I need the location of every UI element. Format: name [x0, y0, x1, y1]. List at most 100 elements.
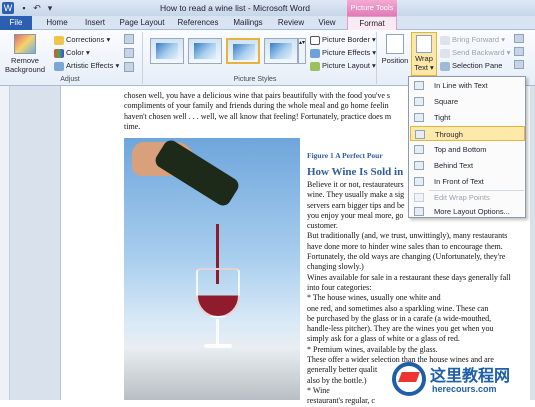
picture-layout-icon: [310, 61, 320, 71]
tab-review[interactable]: Review: [272, 16, 310, 30]
tab-insert[interactable]: Insert: [78, 16, 112, 30]
menu-item-label: Tight: [434, 113, 451, 122]
picture-style-thumb-2[interactable]: [188, 38, 222, 64]
tab-references[interactable]: References: [172, 16, 224, 30]
text-line: handle-less pitcher). They are the wines…: [307, 324, 494, 334]
text-line: compliments of your family and friends d…: [124, 101, 389, 111]
tab-page-layout[interactable]: Page Layout: [116, 16, 168, 30]
artistic-effects-label: Artistic Effects: [66, 61, 114, 70]
word-app-icon[interactable]: W: [2, 2, 14, 14]
top-bottom-wrap-icon: [414, 145, 424, 154]
menu-item-in-front-of-text[interactable]: In Front of Text: [410, 174, 525, 189]
send-backward-button[interactable]: Send Backward ▾: [440, 48, 510, 58]
tab-format[interactable]: Format: [347, 16, 397, 31]
picture-style-thumb-4[interactable]: [264, 38, 298, 64]
remove-background-icon: [14, 34, 36, 54]
window-title: How to read a wine list - Microsoft Word: [159, 3, 311, 13]
tab-home[interactable]: Home: [40, 16, 74, 30]
watermark-url: herecours.com: [432, 384, 497, 394]
behind-text-icon: [414, 161, 424, 170]
menu-item-more-layout[interactable]: More Layout Options...: [410, 204, 525, 219]
tab-mailings[interactable]: Mailings: [228, 16, 268, 30]
tab-file[interactable]: File: [0, 16, 32, 30]
wrap-text-icon: [416, 35, 432, 53]
adjust-group-label: Adjust: [60, 76, 80, 83]
text-line: be purchased by the glass or in a carafe…: [307, 313, 492, 323]
tab-view[interactable]: View: [312, 16, 342, 30]
menu-item-label: Behind Text: [434, 161, 474, 170]
picture-style-thumb-3[interactable]: [226, 38, 260, 64]
wine-pour-picture[interactable]: [124, 137, 300, 400]
menu-item-label: In Front of Text: [434, 177, 484, 186]
picture-styles-group-label: Picture Styles: [233, 76, 277, 83]
text-line: Wines available for sale in a restaurant…: [307, 272, 511, 282]
position-button[interactable]: Position: [380, 34, 410, 65]
menu-item-through[interactable]: Through: [410, 126, 525, 141]
picture-tools-header: Picture Tools: [347, 0, 397, 16]
styles-more-icon[interactable]: ▴▾: [298, 38, 306, 64]
artistic-effects-button[interactable]: Artistic Effects ▾: [54, 61, 119, 71]
watermark-logo-mark: [398, 372, 420, 382]
position-label: Position: [381, 56, 409, 65]
picture-layout-label: Picture Layout: [322, 61, 370, 70]
save-icon[interactable]: ▪: [18, 2, 30, 14]
compress-pictures-icon[interactable]: [124, 34, 134, 44]
menu-item-label: More Layout Options...: [434, 207, 510, 216]
corrections-icon: [54, 35, 64, 45]
change-picture-icon[interactable]: [124, 48, 134, 58]
menu-item-edit-wrap-points[interactable]: Edit Wrap Points: [410, 190, 525, 205]
vertical-ruler: [0, 86, 10, 400]
menu-item-label: Edit Wrap Points: [434, 193, 490, 202]
corrections-label: Corrections: [66, 35, 105, 44]
menu-item-label: Square: [434, 97, 459, 106]
send-backward-icon: [440, 48, 450, 58]
picture-border-icon: [310, 35, 320, 45]
inline-icon: [414, 81, 424, 90]
wrap-text-button[interactable]: Wrap Text ▾: [411, 32, 437, 76]
bring-forward-label: Bring Forward: [452, 35, 500, 44]
remove-background-label: Remove Background: [4, 56, 46, 74]
undo-icon[interactable]: ↶: [31, 2, 43, 14]
text-line: * The house wines, usually one white and: [307, 293, 441, 303]
intro-paragraph: chosen well, you have a delicious wine t…: [124, 91, 424, 132]
rotate-icon[interactable]: [514, 60, 524, 69]
text-line: customer.: [307, 221, 338, 231]
picture-style-thumb-1[interactable]: [150, 38, 184, 64]
color-button[interactable]: Color ▾: [54, 48, 90, 58]
menu-item-tight[interactable]: Tight: [410, 110, 525, 125]
position-icon: [386, 34, 404, 54]
picture-border-button[interactable]: Picture Border ▾: [310, 35, 376, 45]
menu-item-inline[interactable]: In Line with Text: [410, 78, 525, 93]
menu-item-top-bottom[interactable]: Top and Bottom: [410, 142, 525, 157]
text-line: * Premium wines, available by the glass.: [307, 344, 438, 354]
selection-pane-icon: [440, 61, 450, 71]
align-icon[interactable]: [514, 34, 524, 43]
group-icon[interactable]: [514, 47, 524, 56]
wrap-text-menu: In Line with Text Square Tight Through T…: [408, 76, 526, 218]
picture-layout-button[interactable]: Picture Layout ▾: [310, 61, 376, 71]
color-icon: [54, 48, 64, 58]
send-backward-label: Send Backward: [452, 48, 505, 57]
picture-effects-button[interactable]: Picture Effects ▾: [310, 48, 376, 58]
customize-qat-icon[interactable]: ▾: [44, 2, 56, 14]
selection-pane-button[interactable]: Selection Pane: [440, 61, 502, 71]
menu-item-square[interactable]: Square: [410, 94, 525, 109]
menu-item-label: Top and Bottom: [434, 145, 487, 154]
watermark: 这里教程网 herecours.com: [390, 356, 535, 400]
corrections-button[interactable]: Corrections ▾: [54, 35, 110, 45]
text-line: one red, and sometimes also a sparkling …: [307, 303, 489, 313]
remove-background-button[interactable]: Remove Background: [4, 34, 46, 74]
more-layout-icon: [414, 207, 424, 216]
menu-item-behind-text[interactable]: Behind Text: [410, 158, 525, 173]
glass-foot: [204, 344, 232, 348]
bring-forward-icon: [440, 35, 450, 45]
watermark-text: 这里教程网: [430, 366, 511, 385]
menu-item-label: In Line with Text: [434, 81, 488, 90]
group-separator: [376, 32, 377, 84]
menu-item-label: Through: [435, 130, 463, 139]
bring-forward-button[interactable]: Bring Forward ▾: [440, 35, 505, 45]
section-heading: How Wine Is Sold in: [307, 166, 404, 178]
wine-glass: [196, 268, 240, 318]
reset-picture-icon[interactable]: [124, 62, 134, 72]
selection-pane-label: Selection Pane: [452, 61, 503, 70]
